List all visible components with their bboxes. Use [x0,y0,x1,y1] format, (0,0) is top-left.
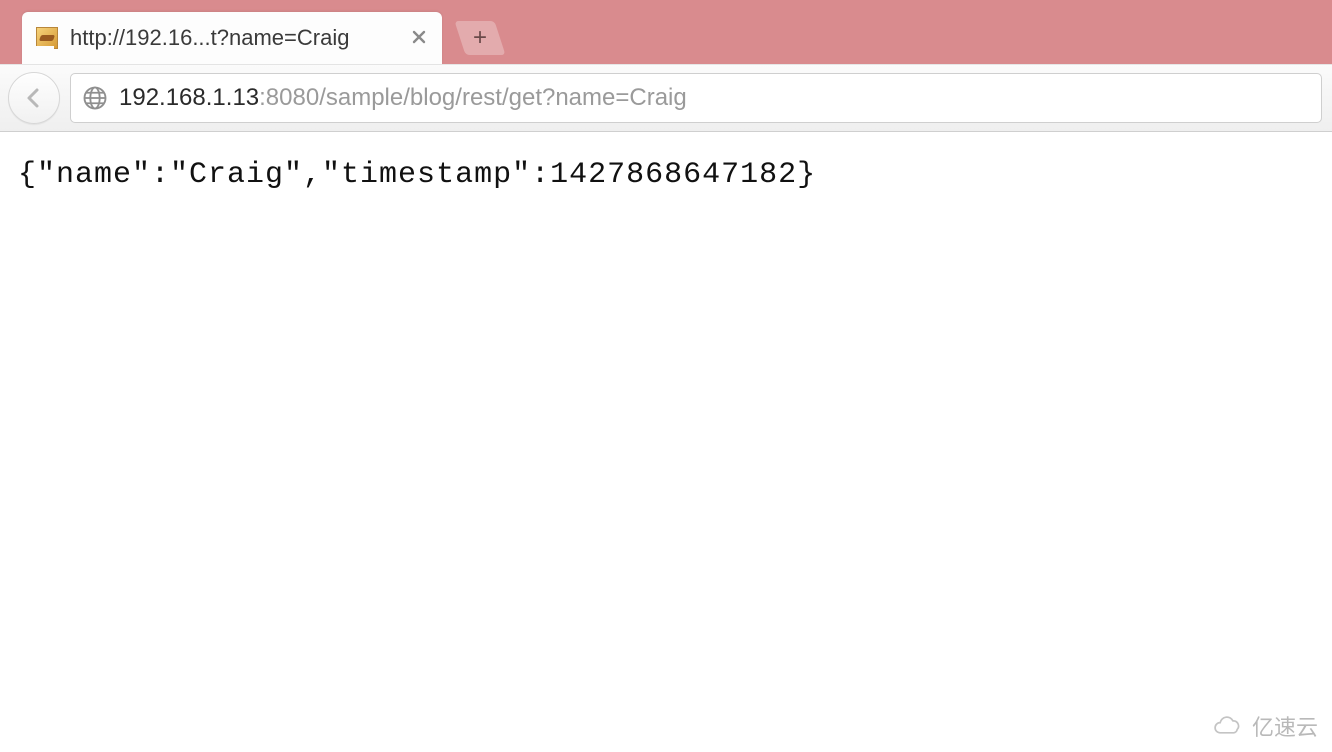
tab-strip: http://192.16...t?name=Craig + [0,0,1332,64]
toolbar: 192.168.1.13:8080/sample/blog/rest/get?n… [0,64,1332,132]
close-icon [411,29,427,45]
watermark-text: 亿速云 [1252,710,1318,742]
new-tab-button[interactable]: + [454,21,505,55]
tab-close-button[interactable] [410,29,428,47]
url-text: 192.168.1.13:8080/sample/blog/rest/get?n… [119,84,687,112]
back-button[interactable] [8,72,60,124]
cloud-icon [1210,715,1244,737]
url-path: :8080/sample/blog/rest/get?name=Craig [259,84,687,112]
arrow-left-icon [22,86,46,110]
tab-favicon-icon [36,27,58,49]
url-host: 192.168.1.13 [119,84,259,112]
response-body: {"name":"Craig","timestamp":142786864718… [18,158,1314,192]
globe-icon [81,84,109,112]
address-bar[interactable]: 192.168.1.13:8080/sample/blog/rest/get?n… [70,73,1322,123]
tab-title: http://192.16...t?name=Craig [70,25,396,51]
browser-tab[interactable]: http://192.16...t?name=Craig [22,12,442,64]
watermark: 亿速云 [1210,710,1318,742]
page-content: {"name":"Craig","timestamp":142786864718… [0,132,1332,218]
plus-icon: + [473,24,487,52]
